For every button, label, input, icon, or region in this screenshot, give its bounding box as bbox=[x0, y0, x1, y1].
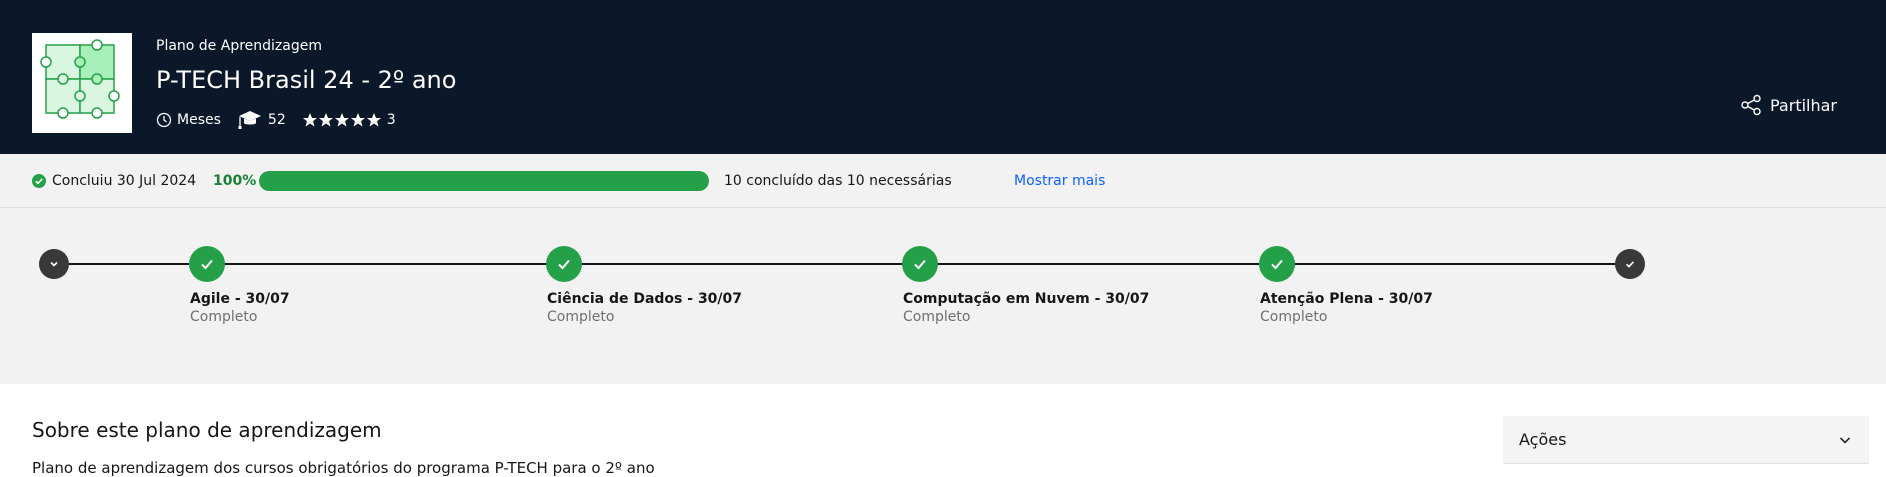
share-button[interactable]: Partilhar bbox=[1740, 94, 1837, 116]
show-more-link[interactable]: Mostrar mais bbox=[1014, 173, 1105, 189]
completion-summary: 10 concluído das 10 necessárias bbox=[724, 173, 952, 189]
progress-fill bbox=[259, 171, 709, 191]
checkmark-icon bbox=[914, 259, 926, 270]
step-agile[interactable]: Agile - 30/07 Completo bbox=[190, 290, 290, 326]
timeline-end-node[interactable] bbox=[1615, 249, 1645, 279]
step-status: Completo bbox=[190, 309, 258, 325]
chevron-down-icon bbox=[1839, 436, 1851, 444]
timeline-line bbox=[53, 263, 1629, 265]
graduation-cap-icon bbox=[238, 111, 261, 129]
completion-bar: Concluiu 30 Jul 2024 100% 10 concluído d… bbox=[0, 154, 1886, 208]
timeline-start-toggle[interactable] bbox=[39, 249, 69, 279]
step-name: Ciência de Dados - 30/07 bbox=[547, 291, 743, 307]
step-status: Completo bbox=[547, 309, 615, 325]
plan-type-label: Plano de Aprendizagem bbox=[156, 38, 322, 54]
completion-date: Concluiu 30 Jul 2024 bbox=[52, 173, 197, 189]
progress-track bbox=[259, 171, 709, 191]
share-label: Partilhar bbox=[1770, 95, 1837, 115]
duration-text: Meses bbox=[177, 112, 221, 128]
step-name: Agile - 30/07 bbox=[190, 291, 290, 307]
step-cloud[interactable]: Computação em Nuvem - 30/07 Completo bbox=[903, 290, 1149, 326]
step-name: Computação em Nuvem - 30/07 bbox=[903, 291, 1150, 307]
puzzle-icon bbox=[40, 39, 120, 119]
step-node-agile[interactable] bbox=[189, 246, 225, 282]
checkmark-icon bbox=[1271, 259, 1283, 270]
checkmark-icon bbox=[201, 259, 213, 270]
actions-dropdown[interactable]: Ações bbox=[1503, 416, 1869, 464]
plan-meta: Meses 52 3 bbox=[156, 110, 412, 130]
learners-count: 52 bbox=[267, 112, 286, 128]
completion-status: Concluiu 30 Jul 2024 bbox=[32, 154, 196, 208]
step-name: Atenção Plena - 30/07 bbox=[1260, 291, 1433, 307]
step-status: Completo bbox=[1260, 309, 1328, 325]
step-mindfulness[interactable]: Atenção Plena - 30/07 Completo bbox=[1260, 290, 1433, 326]
share-icon bbox=[1741, 94, 1761, 116]
percent-complete: 100% bbox=[213, 173, 257, 189]
actions-label: Ações bbox=[1519, 430, 1567, 449]
step-node-cloud[interactable] bbox=[902, 246, 938, 282]
step-node-mindfulness[interactable] bbox=[1259, 246, 1295, 282]
plan-header: Plano de Aprendizagem P-TECH Brasil 24 -… bbox=[0, 0, 1886, 154]
chevron-down-icon bbox=[50, 261, 58, 267]
step-status: Completo bbox=[903, 309, 971, 325]
check-circle-icon bbox=[32, 174, 46, 188]
clock-icon bbox=[156, 112, 172, 128]
section-title: Sobre este plano de aprendizagem bbox=[32, 418, 382, 442]
rating: 3 bbox=[302, 112, 396, 128]
page-title: P-TECH Brasil 24 - 2º ano bbox=[156, 66, 457, 94]
star-rating-icon bbox=[302, 113, 381, 127]
plan-description: Plano de aprendizagem dos cursos obrigat… bbox=[32, 459, 655, 477]
step-data-science[interactable]: Ciência de Dados - 30/07 Completo bbox=[547, 290, 742, 326]
plan-thumbnail bbox=[32, 33, 132, 133]
course-timeline: Agile - 30/07 Completo Ciência de Dados … bbox=[0, 208, 1886, 384]
rating-count: 3 bbox=[386, 112, 396, 128]
step-node-data-science[interactable] bbox=[546, 246, 582, 282]
about-section: Sobre este plano de aprendizagem Plano d… bbox=[0, 384, 1886, 477]
checkmark-icon bbox=[1625, 261, 1635, 268]
checkmark-icon bbox=[558, 259, 570, 270]
